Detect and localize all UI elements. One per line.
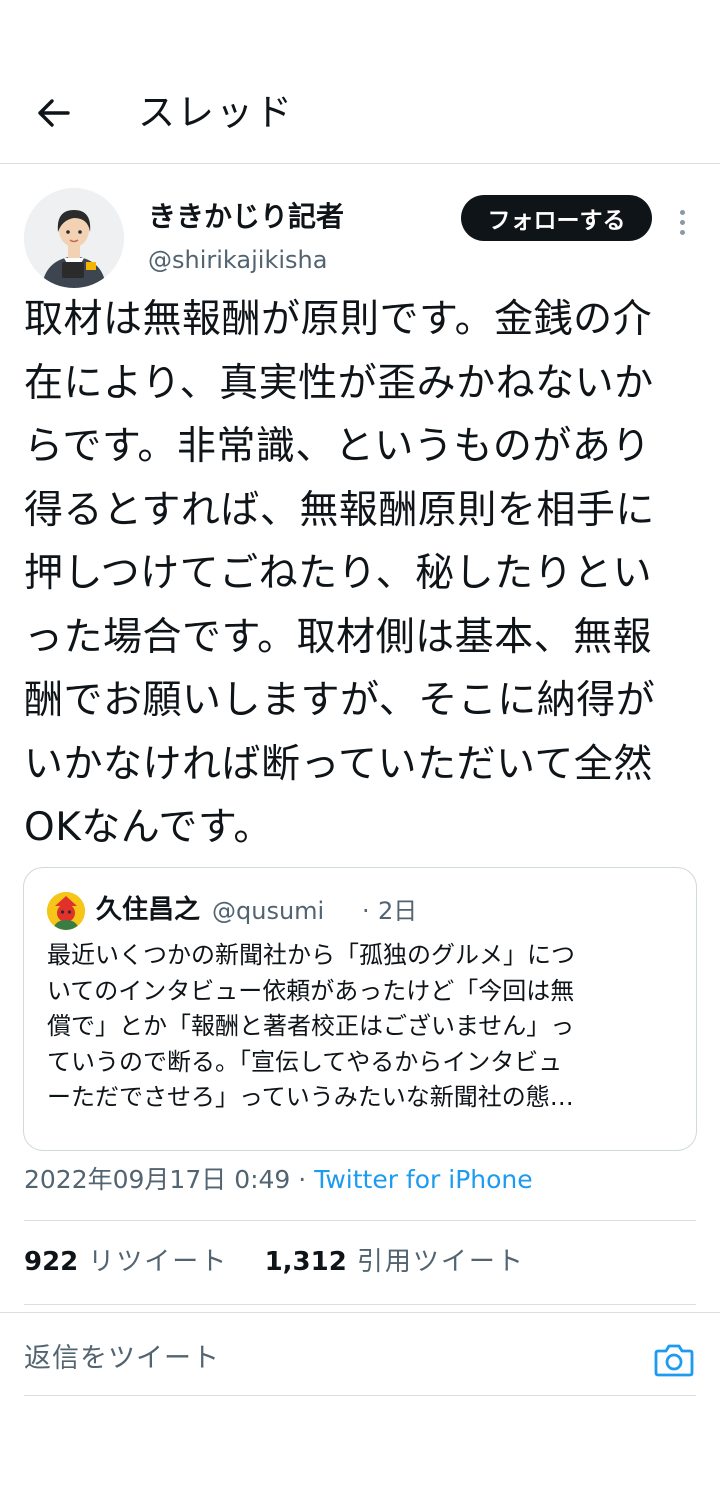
follow-button[interactable]: フォローする	[461, 195, 652, 241]
camera-button[interactable]	[652, 1338, 696, 1382]
tweet-text: 取材は無報酬が原則です。金銭の介 在により、真実性が歪みかねないか らです。非常…	[24, 297, 656, 850]
author-avatar[interactable]	[24, 188, 124, 288]
top-bar: スレッド	[0, 0, 720, 164]
reply-input[interactable]: 返信をツイート	[24, 1336, 624, 1382]
author-handle: @shirikajikisha	[148, 246, 328, 274]
quote-separator: ·	[362, 897, 370, 925]
quote-date: 2日	[378, 897, 418, 925]
arrow-left-icon	[38, 99, 70, 127]
tweet-author-row: ききかじり記者 @shirikajikisha フォローする	[0, 186, 720, 288]
divider-reply-top	[0, 1312, 720, 1313]
quoted-tweet[interactable]: 久住昌之 @qusumi · 2日 最近いくつかの新聞社から「孤独のグルメ」につ…	[23, 867, 697, 1151]
quote-author-avatar	[47, 892, 85, 930]
camera-icon	[654, 1344, 694, 1377]
retweets-count: 922	[24, 1247, 79, 1277]
quotes-count: 1,312	[264, 1247, 347, 1277]
divider-top-stats	[24, 1220, 696, 1221]
quote-text: 最近いくつかの新聞社から「孤独のグルメ」につ いてのインタビュー依頼があったけど…	[47, 941, 575, 1111]
avatar-illustration	[24, 188, 124, 288]
back-button[interactable]	[30, 90, 76, 136]
more-vertical-icon-dot	[679, 219, 685, 225]
more-options-button[interactable]	[668, 202, 696, 242]
quote-avatar-illustration	[47, 892, 85, 930]
quote-tweets-stat[interactable]: 1,312 引用ツイート	[265, 1242, 525, 1282]
more-vertical-icon	[679, 209, 685, 215]
divider-bottom-stats	[24, 1304, 696, 1305]
tweet-timestamp[interactable]: 2022年09月17日 0:49	[24, 1165, 290, 1194]
quote-author-name: 久住昌之	[96, 895, 201, 925]
divider-reply-bottom	[24, 1395, 696, 1396]
more-vertical-icon-dot	[679, 229, 685, 235]
tweet-source-link[interactable]: Twitter for iPhone	[314, 1165, 532, 1194]
tweet-stats: 922 リツイート 1,312 引用ツイート	[24, 1242, 525, 1282]
meta-separator: ·	[290, 1165, 315, 1194]
author-name[interactable]: ききかじり記者	[148, 198, 344, 236]
quotes-label: 引用ツイート	[356, 1247, 525, 1277]
quote-author-handle: @qusumi	[212, 897, 325, 925]
tweet-meta: 2022年09月17日 0:49 · Twitter for iPhone	[24, 1162, 533, 1198]
retweets-label: リツイート	[88, 1247, 229, 1277]
page-title: スレッド	[138, 91, 294, 134]
retweets-stat[interactable]: 922 リツイート	[24, 1242, 228, 1282]
